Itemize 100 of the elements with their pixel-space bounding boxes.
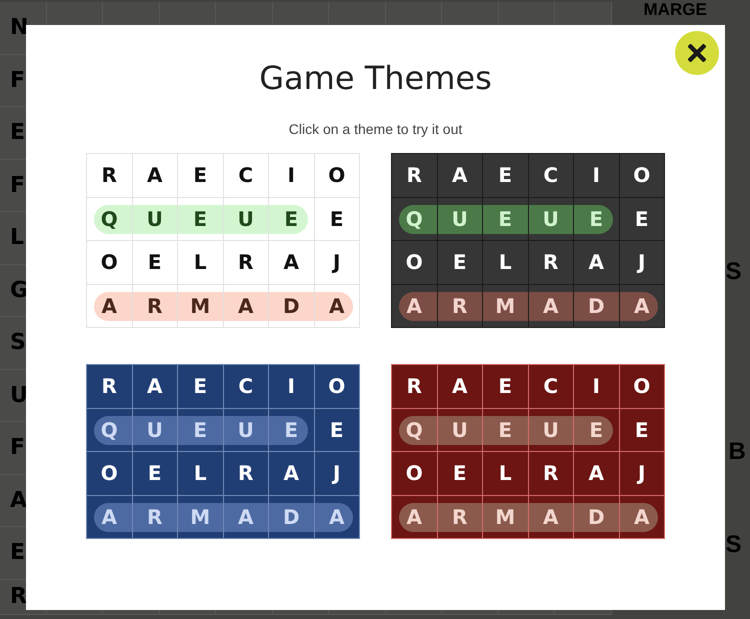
theme-preview[interactable]: R A E C I O Q U E U E E O E L R A J A R M A D A [86,364,360,539]
letter-cell: M [178,284,224,328]
letter-cell: L [483,452,528,496]
letter-cell: O [87,452,132,496]
letter-cell: A [269,452,314,496]
letter-cell: A [132,365,178,408]
letter-cell: E [483,154,528,198]
letter-cell: U [528,198,574,241]
letter-cell: Q [392,408,438,452]
theme-preview[interactable]: R A E C I O Q U E U E E O E L R A J A R M A D A [86,153,360,328]
letter-cell: D [269,496,314,539]
letter-cell: R [392,154,438,198]
letter-cell: A [574,452,620,496]
letter-cell: D [574,496,620,539]
letter-cell: O [620,154,665,198]
letter-cell: E [178,408,224,452]
theme-preview[interactable]: R A E C I O Q U E U E E O E L R A J A R M A D A [391,153,665,328]
letter-cell: E [178,154,224,198]
letter-cell: J [620,241,665,284]
letter-cell: O [620,365,665,408]
close-icon [688,44,706,62]
letter-cell: O [392,241,438,284]
letter-cell: C [224,154,269,198]
side-label: MARGE [644,0,707,20]
close-button[interactable] [675,31,719,75]
letter-cell: E [483,198,528,241]
letter-cell: A [574,241,620,284]
letter-cell: E [132,452,178,496]
letter-cell: C [528,154,574,198]
letter-cell: R [528,452,574,496]
letter-cell: A [620,284,665,328]
letter-cell: E [574,408,620,452]
dialog-title: Game Themes [259,58,492,98]
letter-cell: E [178,365,224,408]
letter-cell: A [87,496,132,539]
letter-cell: R [392,365,438,408]
letter-cell: E [314,408,360,452]
letter-cell: D [574,284,620,328]
letter-cell: E [574,198,620,241]
letter-cell: R [438,284,483,328]
letter-cell: U [438,408,483,452]
letter-cell: Q [392,198,438,241]
side-text: S [726,531,742,559]
letter-cell: E [483,365,528,408]
letter-cell: R [224,452,269,496]
letter-cell: A [314,496,360,539]
letter-cell: E [132,241,178,284]
letter-cell: E [269,198,314,241]
side-text: B [728,438,746,466]
letter-cell: A [314,284,360,328]
letter-cell: A [132,154,178,198]
letter-cell: A [392,284,438,328]
letter-cell: R [132,284,178,328]
letter-cell: R [224,241,269,284]
letter-cell: A [528,284,574,328]
letter-cell: E [178,198,224,241]
letter-cell: R [87,154,132,198]
letter-cell: E [620,408,665,452]
letter-cell: A [87,284,132,328]
theme-preview[interactable]: R A E C I O Q U E U E E O E L R A J A R M A D A [391,364,665,539]
letter-cell: O [314,154,360,198]
letter-cell: C [528,365,574,408]
letter-cell: L [178,241,224,284]
letter-cell: O [392,452,438,496]
letter-cell: U [224,198,269,241]
letter-cell: E [620,198,665,241]
letter-cell: O [314,365,360,408]
letter-cell: U [132,408,178,452]
letter-cell: A [269,241,314,284]
letter-cell: E [438,241,483,284]
letter-cell: U [224,408,269,452]
letter-cell: A [438,365,483,408]
letter-cell: E [438,452,483,496]
letter-cell: A [224,496,269,539]
letter-cell: J [314,452,360,496]
letter-cell: U [528,408,574,452]
letter-cell: A [438,154,483,198]
letter-cell: O [87,241,132,284]
letter-cell: M [483,284,528,328]
letter-cell: A [528,496,574,539]
letter-cell: U [438,198,483,241]
letter-cell: E [314,198,360,241]
letter-cell: A [224,284,269,328]
letter-cell: I [574,365,620,408]
letter-cell: D [269,284,314,328]
letter-cell: R [438,496,483,539]
letter-cell: E [269,408,314,452]
side-text: S [726,258,742,286]
letter-cell: A [620,496,665,539]
letter-cell: M [483,496,528,539]
letter-cell: R [528,241,574,284]
letter-cell: U [132,198,178,241]
letter-cell: J [314,241,360,284]
dialog-subtitle: Click on a theme to try it out [288,120,462,138]
letter-cell: E [483,408,528,452]
letter-cell: C [224,365,269,408]
letter-cell: I [269,365,314,408]
letter-cell: Q [87,198,132,241]
letter-cell: R [87,365,132,408]
letter-cell: L [483,241,528,284]
